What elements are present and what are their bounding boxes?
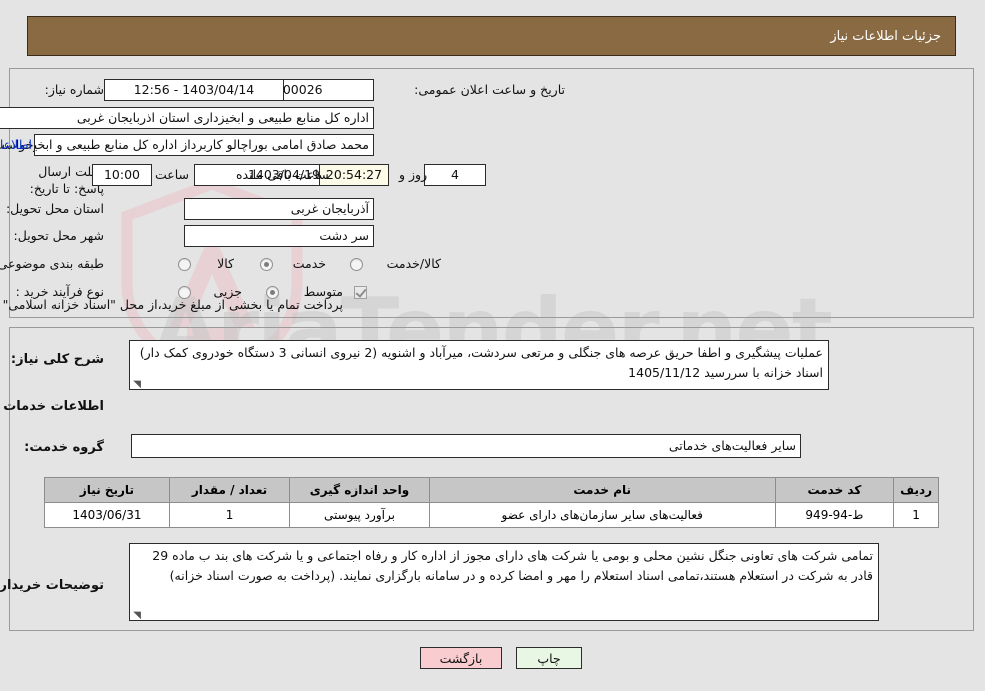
deadline-time-value: 10:00 — [93, 164, 153, 186]
page-header: جزئیات اطلاعات نیاز — [28, 16, 957, 56]
need-info-panel — [10, 68, 975, 318]
treasury-note: پرداخت تمام یا بخشی از مبلغ خرید،از محل … — [0, 297, 344, 312]
col-row: ردیف — [894, 477, 940, 503]
cell-unit: برآورد پیوستی — [290, 502, 431, 528]
col-qty: تعداد / مقدار — [169, 477, 292, 503]
table-header-row: ردیف کد خدمت نام خدمت واحد اندازه گیری ت… — [45, 477, 940, 503]
treasury-checkbox[interactable] — [355, 286, 368, 299]
cell-date: 1403/06/31 — [45, 502, 171, 528]
table-row: 1 ط-94-949 فعالیت‌های سایر سازمان‌های دا… — [45, 502, 940, 528]
need-number-label: شماره نیاز: — [45, 82, 105, 97]
days-label: روز و — [400, 167, 429, 182]
col-date: تاریخ نیاز — [45, 477, 171, 503]
countdown-value: 20:54:27 — [320, 164, 390, 186]
buyer-contact-link[interactable]: اطلاعات تماس خریدار — [0, 137, 33, 152]
back-button[interactable]: بازگشت — [421, 647, 503, 669]
col-code: کد خدمت — [775, 477, 896, 503]
cell-name: فعالیت‌های سایر سازمان‌های دارای عضو — [429, 502, 777, 528]
service-items-table: ردیف کد خدمت نام خدمت واحد اندازه گیری ت… — [45, 477, 940, 528]
general-desc-label: شرح کلی نیاز: — [11, 352, 105, 367]
service-group-value: سایر فعالیت‌های خدماتی — [132, 434, 802, 458]
general-desc-value[interactable]: عملیات پیشگیری و اطفا حریق عرصه های جنگل… — [130, 340, 830, 390]
delivery-city-label: شهر محل تحویل: — [14, 228, 105, 243]
category-option-kala-khedmat: کالا/خدمت — [387, 256, 442, 271]
hour-label: ساعت — [155, 167, 190, 182]
deadline-label: مهلت ارسال پاسخ: تا تاریخ: — [30, 164, 105, 196]
cell-qty: 1 — [169, 502, 292, 528]
days-value: 4 — [425, 164, 487, 186]
category-radio-kala[interactable] — [179, 258, 192, 271]
buyer-notes-text: تمامی شرکت های تعاونی جنگل نشین محلی و ب… — [153, 548, 874, 583]
resize-grip-icon[interactable]: ◥ — [133, 380, 142, 390]
buyer-notes-value[interactable]: تمامی شرکت های تعاونی جنگل نشین محلی و ب… — [130, 543, 880, 621]
category-label: طبقه بندی موضوعی: — [0, 256, 105, 271]
buyer-notes-label: توضیحات خریدار: — [0, 578, 105, 593]
service-group-label: گروه خدمت: — [25, 440, 105, 455]
delivery-province-value: آذربایجان غربی — [185, 198, 375, 220]
creator-value: محمد صادق امامی بوراچالو کاربرداز اداره … — [35, 134, 375, 156]
announce-datetime-value: 1403/04/14 - 12:56 — [105, 79, 285, 101]
buyer-org-value: اداره کل منابع طبیعی و ابخیزداری استان ا… — [0, 107, 375, 129]
print-button[interactable]: چاپ — [517, 647, 583, 669]
category-option-kala: کالا — [218, 256, 235, 271]
category-radio-kala-khedmat[interactable] — [351, 258, 364, 271]
services-section-title: اطلاعات خدمات مورد نیاز — [0, 399, 105, 414]
general-desc-text: عملیات پیشگیری و اطفا حریق عرصه های جنگل… — [140, 345, 824, 380]
category-radio-khedmat[interactable] — [261, 258, 274, 271]
announce-datetime-label: تاریخ و ساعت اعلان عمومی: — [415, 82, 566, 97]
remaining-label: ساعت باقی مانده — [237, 167, 330, 182]
cell-code: ط-94-949 — [775, 502, 896, 528]
col-name: نام خدمت — [429, 477, 777, 503]
page-title: جزئیات اطلاعات نیاز — [831, 29, 942, 44]
need-details-page: AriaTender.net جزئیات اطلاعات نیاز شماره… — [0, 0, 985, 691]
cell-row: 1 — [894, 502, 940, 528]
col-unit: واحد اندازه گیری — [290, 477, 431, 503]
resize-grip-icon-notes[interactable]: ◥ — [133, 611, 142, 621]
delivery-city-value: سر دشت — [185, 225, 375, 247]
category-option-khedmat: خدمت — [293, 256, 327, 271]
delivery-province-label: استان محل تحویل: — [6, 201, 105, 216]
